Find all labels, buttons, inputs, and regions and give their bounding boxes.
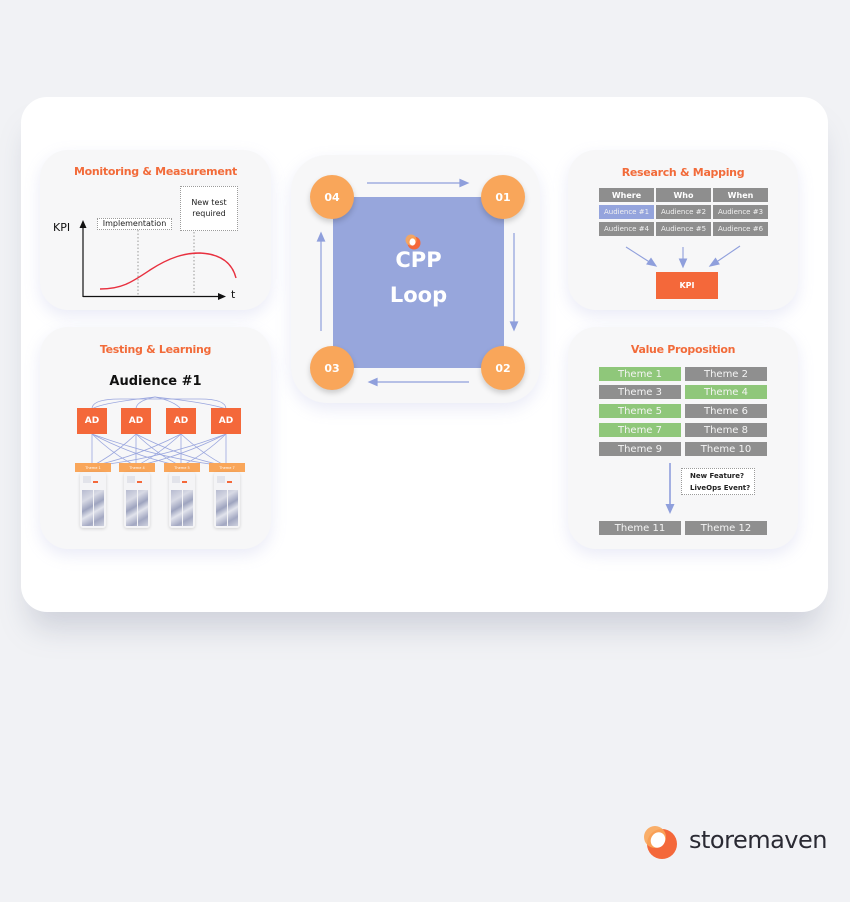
testing-panel: Testing & Learning Audience #1 AD AD AD … [40,327,271,549]
arrow-up-icon [316,231,326,242]
theme-tag: Theme 4 [119,463,155,472]
loop-title-line2: Loop [389,283,448,307]
arrow-left-icon [367,377,378,387]
arrow-down-icon [665,504,675,514]
arrow-down-icon [509,321,519,332]
arrow-icon [678,258,688,269]
trigger-liveops-event: LiveOps Event? [690,484,751,492]
app-store-page-mockup [80,472,106,528]
storemaven-logo-icon [644,826,677,859]
monitoring-panel: Monitoring & Measurement New test requir… [40,150,271,310]
kpi-chart [79,220,237,300]
research-panel: Research & Mapping Where Who When Audien… [568,150,798,310]
value-panel: Value Proposition Theme 1 Theme 2 Theme … [568,327,798,549]
kpi-curve [99,252,237,290]
value-arrow [665,463,675,514]
arrow-icon [708,257,720,267]
arrow-icon [646,257,658,267]
step-node-04: 04 [310,175,354,219]
ad-box: AD [121,408,151,434]
new-theme-cell: Theme 11 [599,521,681,535]
trigger-new-feature: New Feature? [690,472,745,480]
y-axis-arrow-icon [79,220,87,228]
arrow-right-icon [459,178,470,188]
cpp-loop-panel: CPP Loop 04 01 02 03 [291,155,540,403]
new-theme-cell: Theme 12 [685,521,767,535]
trigger-box: New Feature? LiveOps Event? [681,468,755,495]
brand-name: storemaven [689,826,827,854]
theme-tag: Theme 7 [209,463,245,472]
app-store-page-mockup [214,472,240,528]
loop-title-line1: CPP [395,248,442,272]
step-node-02: 02 [481,346,525,390]
theme-tag: Theme 1 [75,463,111,472]
app-store-page-mockup [169,472,195,528]
app-store-page-mockup [124,472,150,528]
theme-tag: Theme 5 [164,463,200,472]
ad-box: AD [166,408,196,434]
x-axis-arrow-icon [218,293,226,300]
kpi-target-box: KPI [656,272,718,299]
step-node-03: 03 [310,346,354,390]
ad-box: AD [77,408,107,434]
ad-box: AD [211,408,241,434]
step-node-01: 01 [481,175,525,219]
